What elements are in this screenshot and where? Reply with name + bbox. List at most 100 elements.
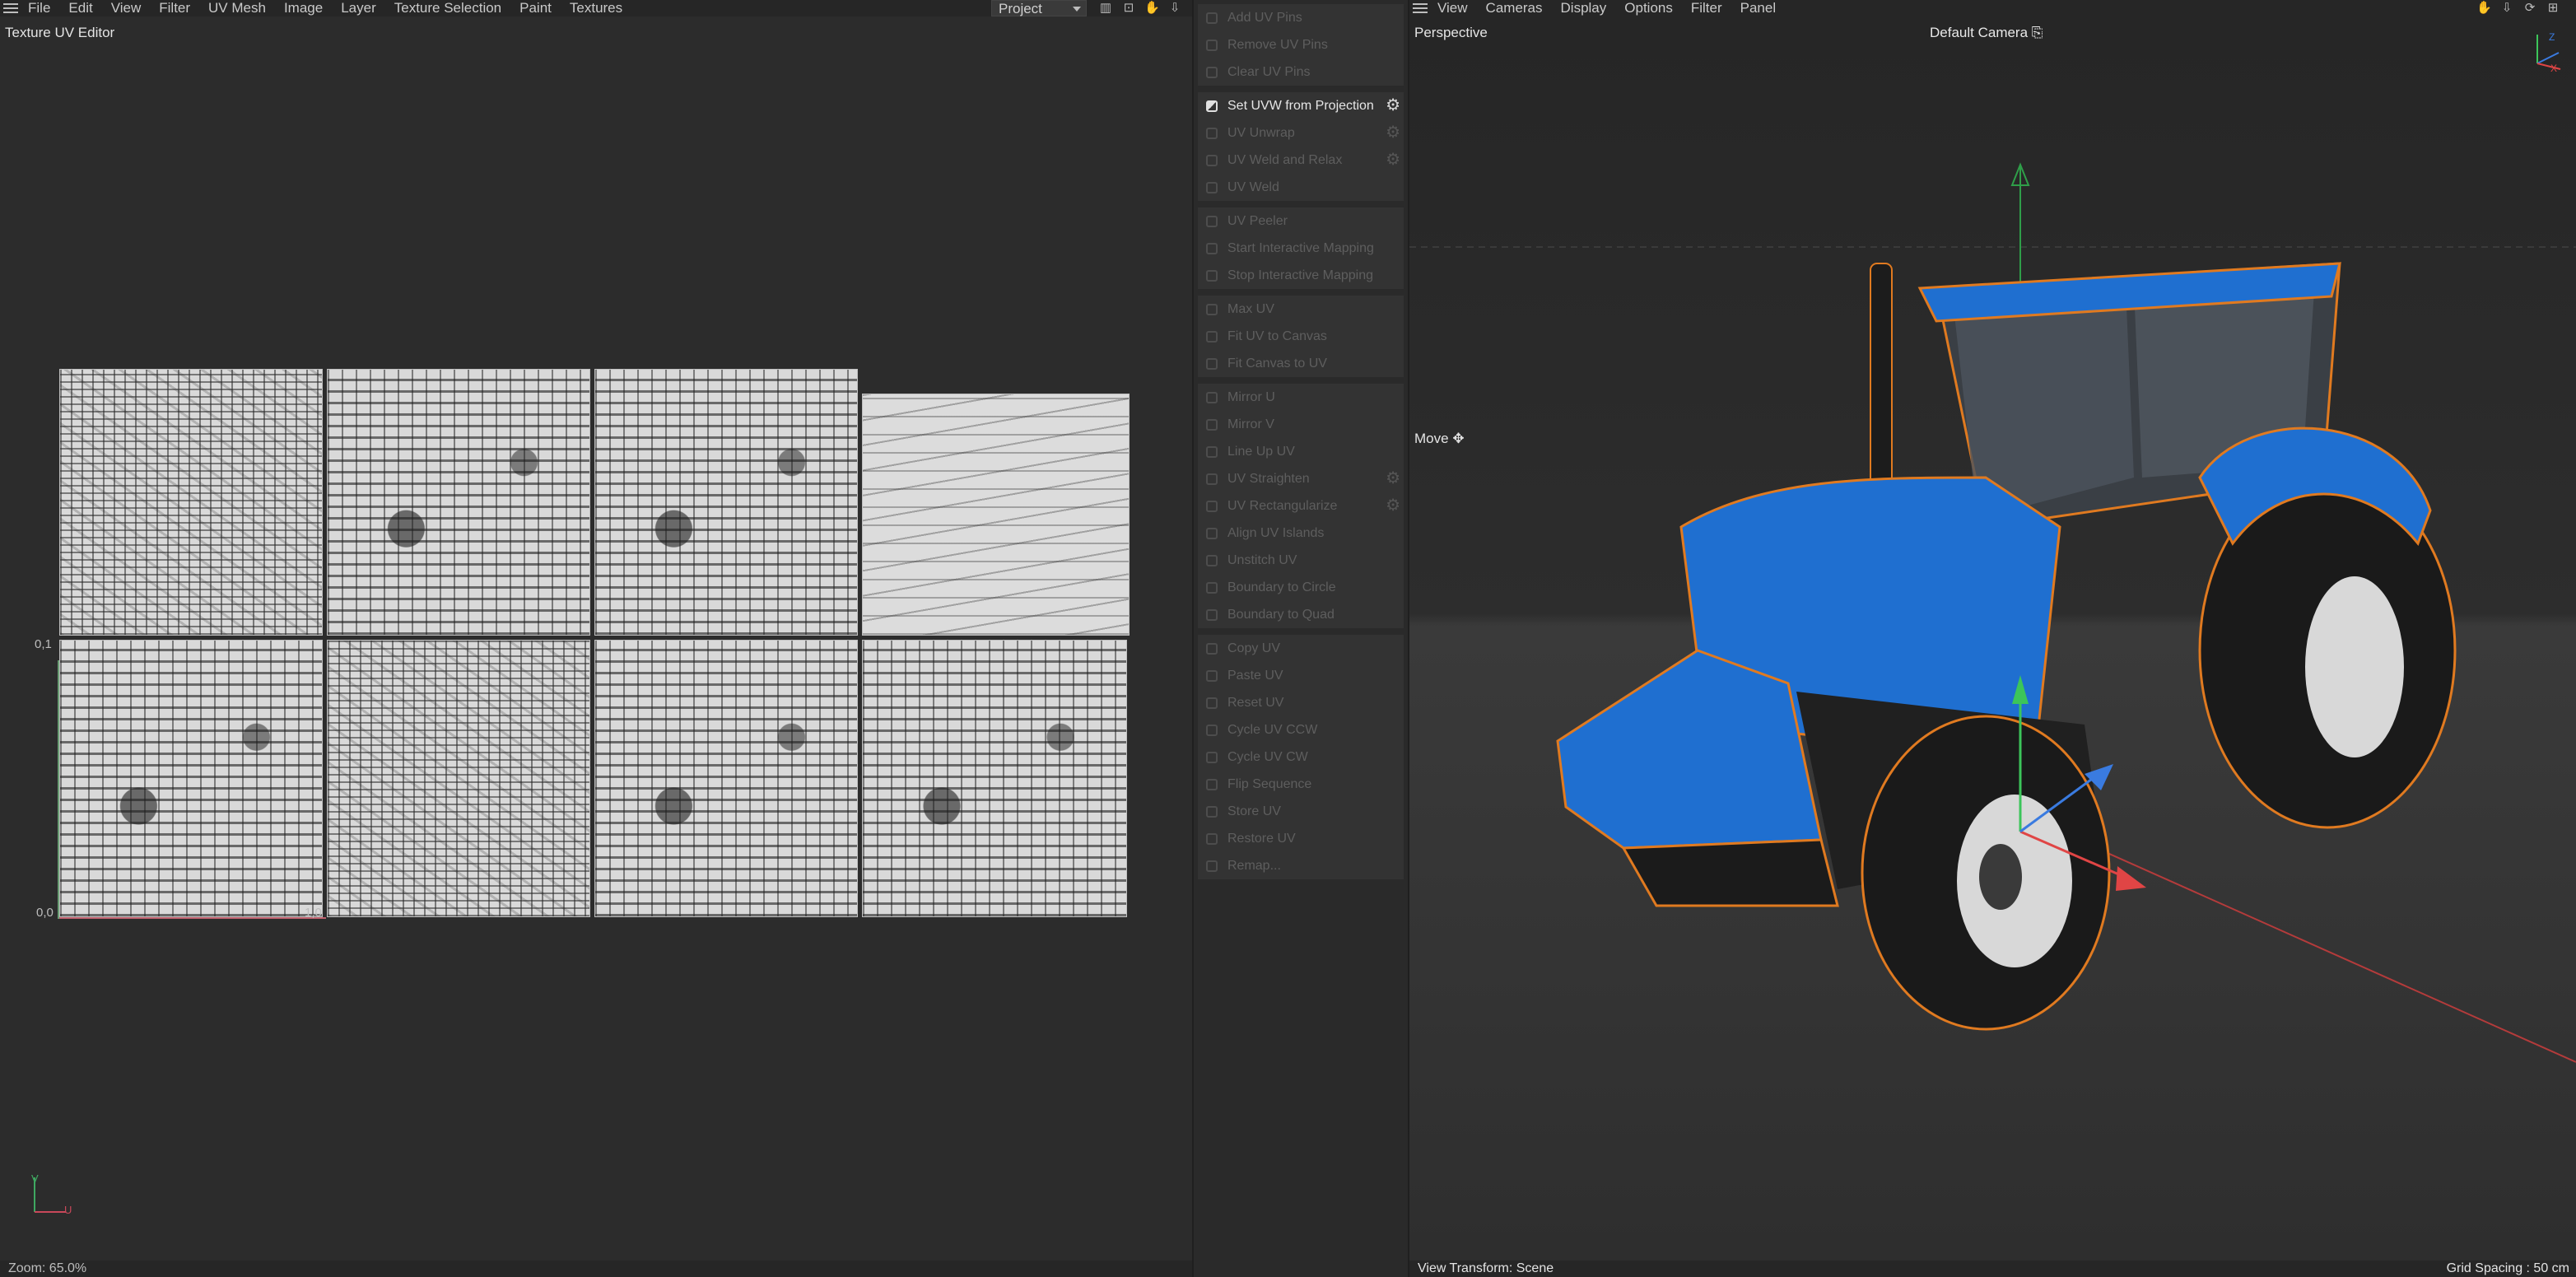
uv-command-group: Add UV Pins Remove UV Pins Clear UV Pins (1197, 3, 1404, 86)
command-flip-sequence[interactable]: Flip Sequence (1198, 771, 1404, 798)
uv-label-origin: 0,0 (36, 906, 54, 920)
command-remap[interactable]: Remap... (1198, 852, 1404, 879)
viewport-menu-hamburger-icon[interactable] (1413, 3, 1428, 13)
uv-menu-file[interactable]: File (28, 0, 50, 16)
command-stop-interactive-mapping[interactable]: Stop Interactive Mapping (1198, 262, 1404, 289)
uv-tile-1 (59, 369, 323, 636)
uv-editor-canvas[interactable]: Texture UV Editor 0,1 0,0 1,0 V U (0, 16, 1192, 1261)
command-icon (1206, 501, 1218, 512)
command-label: Clear UV Pins (1227, 64, 1311, 79)
command-label: Fit UV to Canvas (1227, 329, 1327, 343)
project-dropdown[interactable]: Project (991, 0, 1087, 16)
command-restore-uv[interactable]: Restore UV (1198, 825, 1404, 852)
histogram-icon[interactable]: ▥ (1098, 1, 1113, 15)
vp-menu-panel[interactable]: Panel (1740, 0, 1776, 16)
command-uv-rectangularize[interactable]: UV Rectangularize ⚙ (1198, 492, 1404, 520)
command-align-uv-islands[interactable]: Align UV Islands (1198, 520, 1404, 547)
command-paste-uv[interactable]: Paste UV (1198, 662, 1404, 689)
viewport-maximize-icon[interactable]: ⊞ (2546, 1, 2560, 15)
command-fit-canvas-to-uv[interactable]: Fit Canvas to UV (1198, 350, 1404, 377)
gear-icon[interactable]: ⚙ (1386, 151, 1400, 168)
command-icon (1206, 752, 1218, 763)
uv-menu-layer[interactable]: Layer (341, 0, 376, 16)
command-boundary-to-quad[interactable]: Boundary to Quad (1198, 601, 1404, 628)
command-label: Boundary to Quad (1227, 607, 1335, 622)
command-label: UV Unwrap (1227, 125, 1295, 140)
3d-viewport[interactable]: Perspective Default Camera ⎘ Move ✥ Z X (1409, 16, 2576, 1261)
command-icon (1206, 528, 1218, 539)
command-label: Line Up UV (1227, 444, 1295, 459)
vp-menu-view[interactable]: View (1437, 0, 1468, 16)
viewport-status-bar: View Transform: Scene Grid Spacing : 50 … (1409, 1261, 2576, 1277)
command-mirror-u[interactable]: Mirror U (1198, 384, 1404, 411)
command-add-uv-pins[interactable]: Add UV Pins (1198, 4, 1404, 31)
tractor-model[interactable] (1409, 16, 2576, 1261)
command-start-interactive-mapping[interactable]: Start Interactive Mapping (1198, 235, 1404, 262)
command-label: Paste UV (1227, 668, 1283, 683)
command-label: Align UV Islands (1227, 525, 1325, 540)
viewport-menubar: View Cameras Display Options Filter Pane… (1409, 0, 2576, 16)
command-set-uvw-from-projection[interactable]: Set UVW from Projection ⚙ (1198, 92, 1404, 119)
uv-command-group: Max UV Fit UV to Canvas Fit Canvas to UV (1197, 295, 1404, 378)
viewport-rotate-icon[interactable]: ⟳ (2522, 1, 2537, 15)
vp-menu-display[interactable]: Display (1561, 0, 1607, 16)
command-label: UV Rectangularize (1227, 498, 1338, 513)
command-label: Cycle UV CCW (1227, 722, 1318, 737)
command-mirror-v[interactable]: Mirror V (1198, 411, 1404, 438)
command-label: Start Interactive Mapping (1227, 240, 1374, 255)
command-icon (1206, 155, 1218, 166)
command-unstitch-uv[interactable]: Unstitch UV (1198, 547, 1404, 574)
uv-menu-texture-selection[interactable]: Texture Selection (394, 0, 501, 16)
command-line-up-uv[interactable]: Line Up UV (1198, 438, 1404, 465)
uv-menu-filter[interactable]: Filter (159, 0, 190, 16)
uv-menu-paint[interactable]: Paint (519, 0, 552, 16)
command-uv-peeler[interactable]: UV Peeler (1198, 207, 1404, 235)
vp-menu-options[interactable]: Options (1624, 0, 1673, 16)
gear-icon[interactable]: ⚙ (1386, 470, 1400, 487)
uv-menu-hamburger-icon[interactable] (3, 3, 18, 13)
command-icon (1206, 725, 1218, 736)
uv-tile-8 (862, 640, 1127, 917)
command-boundary-to-circle[interactable]: Boundary to Circle (1198, 574, 1404, 601)
command-label: Store UV (1227, 804, 1281, 818)
command-label: Fit Canvas to UV (1227, 356, 1327, 371)
vp-menu-cameras[interactable]: Cameras (1486, 0, 1543, 16)
command-copy-uv[interactable]: Copy UV (1198, 635, 1404, 662)
command-remove-uv-pins[interactable]: Remove UV Pins (1198, 31, 1404, 58)
uv-menu-image[interactable]: Image (284, 0, 323, 16)
uv-menu-view[interactable]: View (111, 0, 142, 16)
command-icon (1206, 555, 1218, 566)
command-uv-straighten[interactable]: UV Straighten ⚙ (1198, 465, 1404, 492)
gear-icon[interactable]: ⚙ (1386, 124, 1400, 141)
command-icon (1206, 40, 1218, 51)
command-label: Boundary to Circle (1227, 580, 1336, 594)
lock-icon[interactable]: ⊡ (1121, 1, 1136, 15)
command-uv-unwrap[interactable]: UV Unwrap ⚙ (1198, 119, 1404, 147)
viewport-pan-icon[interactable]: ✋ (2476, 1, 2492, 15)
uv-menu-edit[interactable]: Edit (68, 0, 92, 16)
command-store-uv[interactable]: Store UV (1198, 798, 1404, 825)
command-clear-uv-pins[interactable]: Clear UV Pins (1198, 58, 1404, 86)
gear-icon[interactable]: ⚙ (1386, 497, 1400, 514)
command-reset-uv[interactable]: Reset UV (1198, 689, 1404, 716)
command-cycle-uv-ccw[interactable]: Cycle UV CCW (1198, 716, 1404, 743)
command-label: Stop Interactive Mapping (1227, 268, 1373, 282)
command-max-uv[interactable]: Max UV (1198, 296, 1404, 323)
viewport-zoom-icon[interactable]: ⇩ (2499, 1, 2514, 15)
command-icon (1206, 670, 1218, 682)
hand-icon[interactable]: ✋ (1144, 1, 1160, 15)
uv-menu-textures[interactable]: Textures (570, 0, 622, 16)
uv-label-v-one: 0,1 (35, 637, 52, 651)
uv-tile-5 (59, 640, 323, 917)
command-icon (1206, 304, 1218, 315)
uv-label-u-one: 1,0 (305, 906, 322, 920)
vp-menu-filter[interactable]: Filter (1691, 0, 1722, 16)
gear-icon[interactable]: ⚙ (1386, 97, 1400, 114)
uv-menu-uv-mesh[interactable]: UV Mesh (208, 0, 266, 16)
command-icon (1206, 392, 1218, 403)
arrow-down-icon[interactable]: ⇩ (1167, 1, 1182, 15)
command-fit-uv-to-canvas[interactable]: Fit UV to Canvas (1198, 323, 1404, 350)
command-cycle-uv-cw[interactable]: Cycle UV CW (1198, 743, 1404, 771)
command-uv-weld-and-relax[interactable]: UV Weld and Relax ⚙ (1198, 147, 1404, 174)
command-uv-weld[interactable]: UV Weld (1198, 174, 1404, 201)
